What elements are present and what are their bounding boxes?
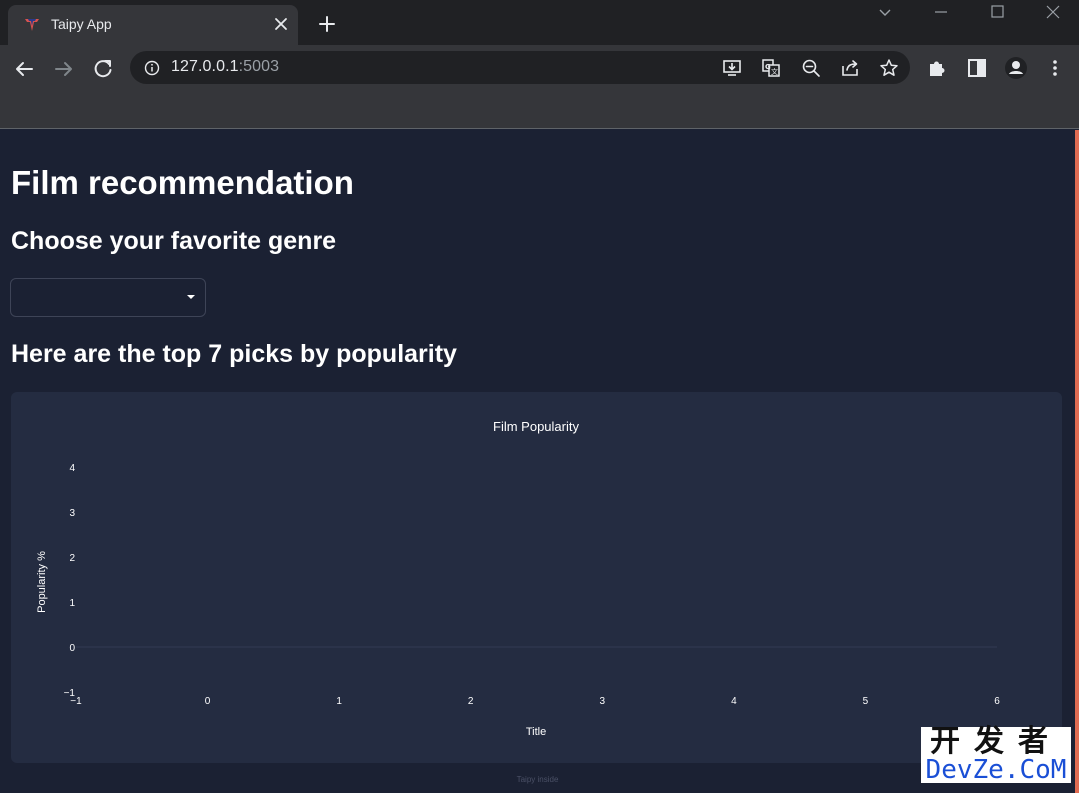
bookmark-star-icon[interactable] [878, 57, 900, 79]
y-axis-label: Popularity % [36, 551, 48, 613]
side-panel-icon[interactable] [964, 55, 990, 81]
browser-tabstrip: Taipy App [0, 0, 1079, 45]
x-tick-label: 2 [468, 696, 474, 707]
url-port: :5003 [238, 58, 280, 75]
url-text[interactable]: 127.0.0.1:5003 [171, 58, 279, 76]
x-axis-ticks: −1 0 1 2 3 4 5 6 [70, 696, 1000, 707]
close-window-icon[interactable] [1030, 0, 1076, 28]
watermark-line2: DevZe.CoM [925, 755, 1067, 785]
browser-toolbar: 127.0.0.1:5003 G 文 [0, 45, 1079, 129]
page-scroll-edge [1075, 130, 1079, 793]
x-axis-label: Title [526, 726, 546, 738]
x-tick-label: 6 [994, 696, 1000, 707]
x-tick-label: 3 [600, 696, 606, 707]
address-bar[interactable]: 127.0.0.1:5003 G 文 [130, 51, 910, 84]
page-title: Film recommendation [11, 164, 354, 201]
install-app-icon[interactable] [721, 57, 743, 79]
site-info-icon[interactable] [144, 60, 160, 76]
new-tab-icon[interactable] [315, 12, 339, 36]
chart-card: Film Popularity Popularity % Title −1 0 1 2… [11, 392, 1062, 763]
y-axis-ticks: −101234 [64, 463, 76, 699]
x-tick-label: 0 [205, 696, 211, 707]
y-tick-label: 4 [69, 463, 75, 474]
genre-heading: Choose your favorite genre [11, 227, 337, 255]
y-tick-label: 3 [69, 508, 75, 519]
reload-icon[interactable] [89, 55, 117, 83]
caret-down-icon [187, 295, 195, 299]
translate-icon[interactable]: G 文 [760, 57, 782, 79]
watermark: 开发者 DevZe.CoM [921, 727, 1071, 783]
watermark-line1: 开发者 [930, 724, 1062, 759]
x-tick-label: −1 [70, 696, 82, 707]
y-tick-label: 1 [69, 598, 75, 609]
popularity-chart[interactable]: Film Popularity Popularity % Title −1 0 1 2… [11, 392, 1062, 763]
browser-tab[interactable]: Taipy App [8, 5, 298, 45]
tab-search-icon[interactable] [862, 0, 908, 28]
y-tick-label: 2 [69, 553, 75, 564]
x-tick-label: 4 [731, 696, 737, 707]
tab-title: Taipy App [51, 16, 112, 32]
back-arrow-icon[interactable] [10, 55, 38, 83]
profile-avatar-icon[interactable] [1003, 55, 1029, 81]
x-tick-label: 5 [863, 696, 869, 707]
genre-select[interactable] [10, 278, 206, 317]
maximize-icon[interactable] [974, 0, 1020, 28]
share-icon[interactable] [839, 57, 861, 79]
taipy-logo-icon [25, 19, 39, 31]
forward-arrow-icon[interactable] [50, 55, 78, 83]
picks-heading: Here are the top 7 picks by popularity [11, 340, 457, 368]
footer-text: Taipy inside [516, 775, 559, 784]
url-host: 127.0.0.1 [171, 58, 239, 75]
x-tick-label: 1 [336, 696, 342, 707]
extensions-icon[interactable] [925, 55, 951, 81]
zoom-out-icon[interactable] [800, 57, 822, 79]
chart-title: Film Popularity [493, 419, 579, 434]
minimize-icon[interactable] [918, 0, 964, 28]
svg-text:文: 文 [771, 67, 778, 76]
close-tab-icon[interactable] [270, 13, 292, 35]
more-menu-icon[interactable] [1042, 55, 1068, 81]
page-content: Film recommendation Choose your favorite… [0, 130, 1075, 793]
y-tick-label: 0 [69, 643, 75, 654]
